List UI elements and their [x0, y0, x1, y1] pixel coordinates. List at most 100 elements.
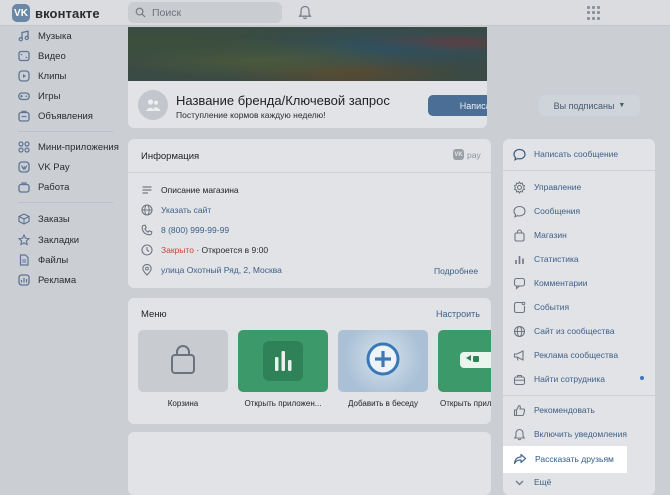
menu-title: Меню: [141, 309, 167, 320]
globe-icon: [141, 204, 153, 216]
action-find-employee[interactable]: Найти сотрудника: [513, 371, 605, 387]
sidebar-item-mini-apps[interactable]: Мини-приложения: [18, 139, 119, 155]
action-label: Написать сообщение: [534, 149, 619, 159]
sidebar-item-advertising[interactable]: Реклама: [18, 272, 76, 288]
vk-logo-mark: VK: [12, 4, 30, 22]
phone-icon: [141, 224, 153, 236]
sidebar-item-label: Клипы: [38, 70, 67, 82]
menu-setup-link[interactable]: Настроить: [436, 309, 480, 319]
action-write-message[interactable]: Написать сообщение: [513, 146, 618, 162]
shopping-bag-icon: [514, 228, 525, 242]
info-more-link[interactable]: Подробнее: [434, 266, 478, 276]
sidebar-item-label: VK Pay: [38, 161, 70, 173]
sidebar-item-bookmarks[interactable]: Закладки: [18, 232, 79, 248]
subscribed-dropdown-button[interactable]: Вы подписаны ▼: [539, 95, 640, 116]
menu-card: Меню Настроить Корзина Открыть приложен.…: [128, 298, 491, 424]
subscribed-label: Вы подписаны: [553, 100, 615, 111]
action-recommend[interactable]: Рекомендовать: [513, 402, 595, 418]
action-label: Реклама сообщества: [534, 350, 619, 360]
files-icon: [19, 254, 29, 266]
action-events[interactable]: События: [513, 299, 569, 315]
info-description-text: Описание магазина: [161, 185, 239, 195]
sidebar-item-label: Видео: [38, 50, 66, 62]
sidebar-item-ads[interactable]: Объявления: [18, 108, 93, 124]
sidebar-item-video[interactable]: Видео: [18, 48, 66, 64]
community-cover-image: [128, 27, 487, 81]
sidebar-item-vkpay[interactable]: VK Pay: [18, 159, 70, 175]
info-row-description: Описание магазина: [141, 183, 239, 197]
menu-tile-add-to-chat[interactable]: [338, 330, 428, 392]
menu-tile-cart[interactable]: [138, 330, 228, 392]
share-arrow-icon: [513, 453, 527, 465]
info-website-link[interactable]: Указать сайт: [161, 205, 211, 215]
vk-logo[interactable]: VK вконтакте: [12, 4, 100, 22]
sidebar-item-music[interactable]: Музыка: [18, 28, 72, 44]
vkpay-badge[interactable]: VK pay: [453, 149, 481, 160]
sidebar-item-orders[interactable]: Заказы: [18, 211, 70, 227]
clock-icon: [141, 244, 153, 256]
menu-tile-open-app[interactable]: [238, 330, 328, 392]
chat-bubble-icon: [513, 205, 526, 218]
community-title: Название бренда/Ключевой запрос: [176, 93, 390, 108]
action-enable-notifications[interactable]: Включить уведомления: [513, 426, 627, 442]
action-more[interactable]: Ещё: [513, 474, 551, 490]
advertising-icon: [18, 274, 30, 286]
sidebar-item-label: Объявления: [38, 110, 93, 122]
shopping-bag-icon: [171, 345, 195, 374]
gear-icon: [513, 180, 526, 194]
sidebar-item-files[interactable]: Файлы: [18, 252, 68, 268]
sidebar-item-work[interactable]: Работа: [18, 179, 69, 195]
community-status: Поступление кормов каждую неделю!: [176, 110, 326, 120]
statistics-icon: [515, 255, 524, 264]
vkpay-badge-label: pay: [467, 149, 481, 160]
community-avatar[interactable]: [138, 90, 168, 120]
action-tell-friends[interactable]: Рассказать друзьям: [513, 451, 614, 467]
add-plus-icon: [366, 342, 400, 376]
notifications-bell-icon[interactable]: [298, 5, 312, 20]
info-phone-link[interactable]: 8 (800) 999-99-99: [161, 225, 229, 235]
vk-logo-text: вконтакте: [35, 5, 100, 21]
action-manage[interactable]: Управление: [513, 179, 581, 195]
action-label: Найти сотрудника: [534, 374, 606, 384]
info-address-link[interactable]: улица Охотный Ряд, 2, Москва: [161, 265, 282, 275]
sidebar-item-label: Игры: [38, 90, 61, 102]
message-bubble-icon: [513, 148, 526, 161]
sidebar-item-games[interactable]: Игры: [18, 88, 60, 104]
action-community-ads[interactable]: Реклама сообщества: [513, 347, 618, 363]
action-label: Включить уведомления: [534, 429, 627, 439]
sidebar-item-label: Закладки: [38, 234, 80, 246]
bell-icon: [513, 428, 526, 440]
search-input[interactable]: [152, 6, 272, 19]
sidebar-divider: [18, 202, 113, 203]
action-statistics[interactable]: Статистика: [513, 251, 579, 267]
info-row-phone[interactable]: 8 (800) 999-99-99: [141, 223, 229, 237]
sidebar-item-label: Файлы: [38, 254, 69, 266]
action-shop[interactable]: Магазин: [513, 227, 567, 243]
actions-divider: [503, 395, 655, 396]
sidebar-item-label: Реклама: [38, 274, 77, 286]
menu-tile-open-app-2[interactable]: [438, 330, 491, 392]
info-row-hours[interactable]: Закрыто · Откроется в 9:00: [141, 243, 268, 257]
list-icon: [142, 186, 152, 194]
sidebar-item-label: Мини-приложения: [38, 141, 119, 153]
sidebar-item-clips[interactable]: Клипы: [18, 68, 66, 84]
bookmarks-icon: [18, 234, 30, 246]
info-row-website[interactable]: Указать сайт: [141, 203, 211, 217]
events-icon: [513, 301, 526, 313]
action-label: Рассказать друзьям: [535, 454, 614, 464]
orders-icon: [18, 213, 30, 225]
thumbs-up-icon: [513, 404, 526, 416]
chevron-down-icon: [515, 480, 524, 485]
new-indicator-dot: [640, 376, 644, 380]
info-divider: [128, 172, 491, 173]
search-icon: [135, 7, 146, 18]
action-website-builder[interactable]: Сайт из сообщества: [513, 323, 615, 339]
apps-grid-icon[interactable]: [587, 6, 601, 20]
group-icon: [145, 99, 161, 111]
action-messages[interactable]: Сообщения: [513, 203, 580, 219]
chart-app-icon: [263, 341, 303, 381]
action-label: Магазин: [534, 230, 567, 240]
action-comments[interactable]: Комментарии: [513, 275, 588, 291]
info-row-address[interactable]: улица Охотный Ряд, 2, Москва: [141, 263, 282, 277]
search-box[interactable]: [128, 2, 282, 23]
